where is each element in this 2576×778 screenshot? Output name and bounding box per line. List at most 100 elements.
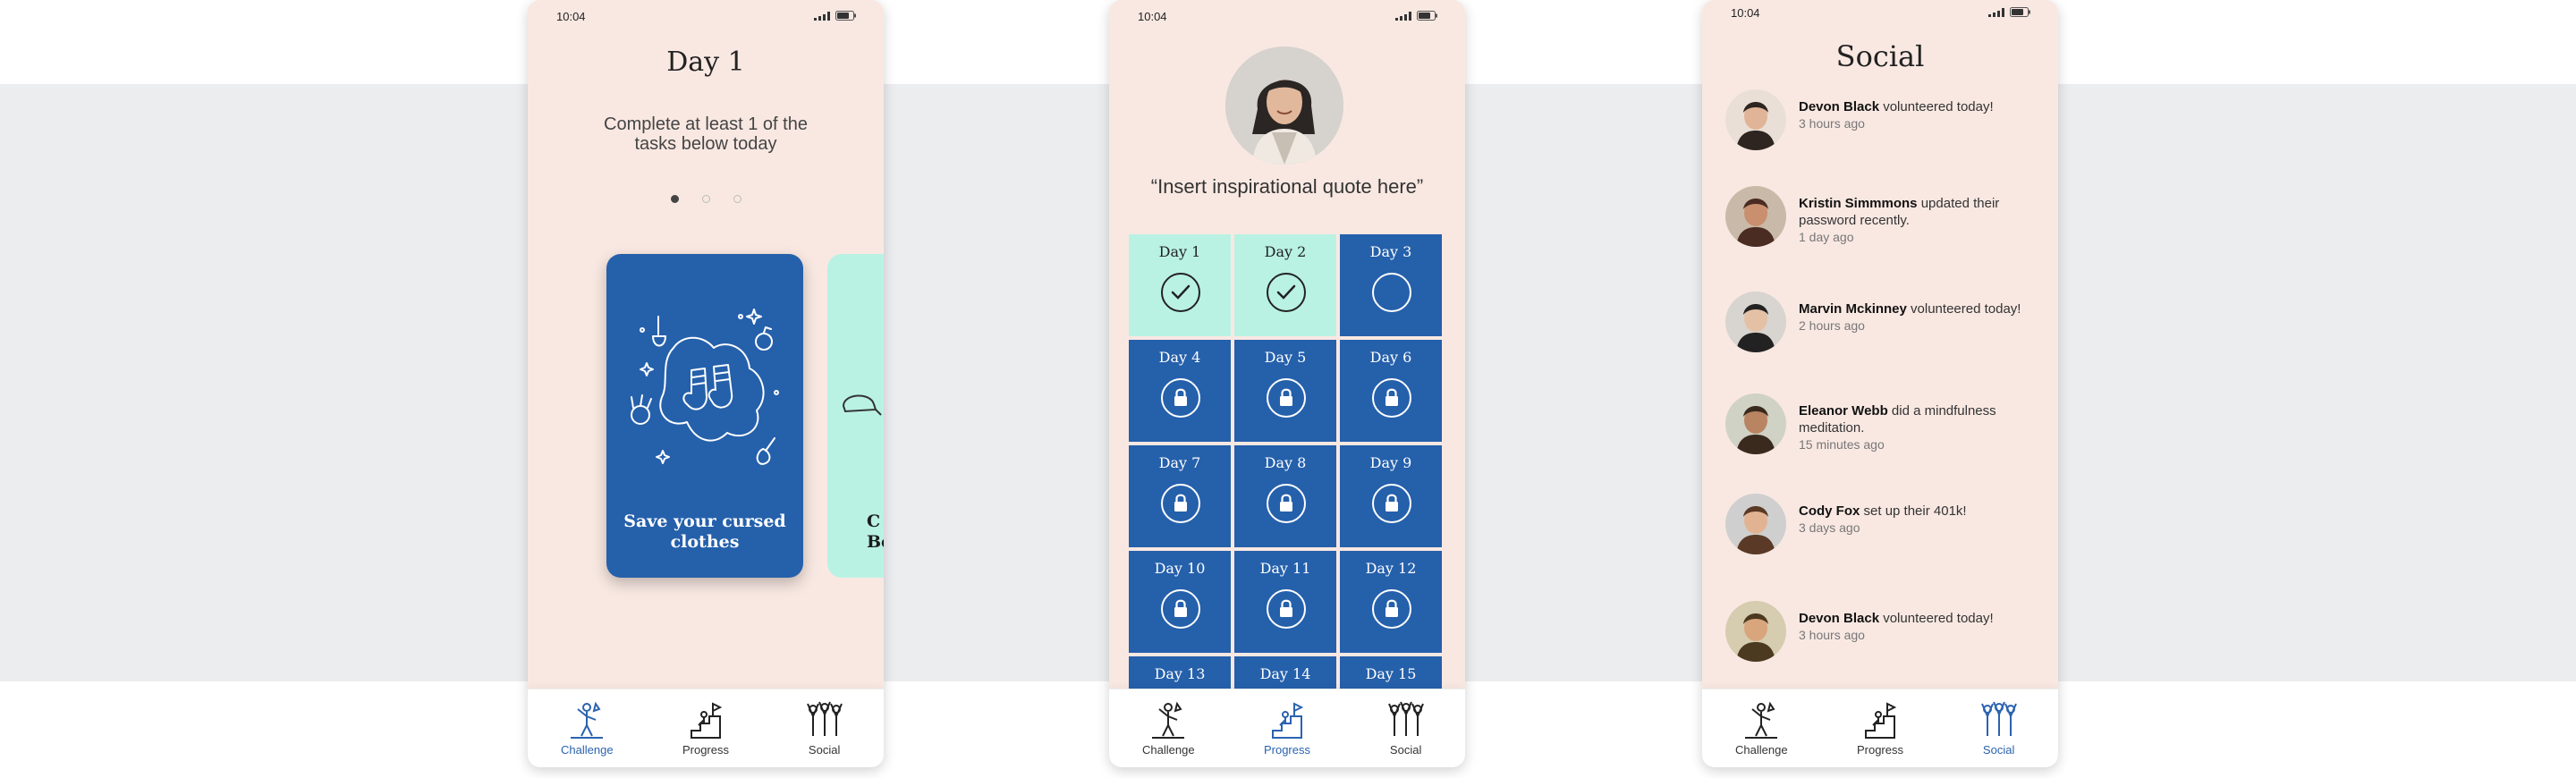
day-cell[interactable]: Day 6: [1340, 340, 1442, 442]
feed-item[interactable]: Cody Fox set up their 401k! 3 days ago: [1725, 494, 2038, 554]
progress-icon: [1864, 702, 1897, 739]
lock-icon: [1266, 377, 1307, 422]
day-cell[interactable]: Day 4: [1129, 340, 1231, 442]
social-icon: [1387, 701, 1424, 736]
feed-action: set up their 401k!: [1860, 503, 1967, 519]
lock-icon: [1266, 588, 1307, 633]
day-cell[interactable]: Day 9: [1340, 445, 1442, 547]
day-label: Day 8: [1264, 454, 1307, 471]
avatar[interactable]: [1725, 292, 1786, 352]
feed-user-name[interactable]: Cody Fox: [1799, 503, 1860, 519]
status-time: 10:04: [1138, 10, 1167, 23]
tab-bar: Challenge Progress Social: [528, 689, 884, 767]
tab-bar: Challenge Progress Social: [1109, 689, 1465, 767]
tab-social[interactable]: Social: [1950, 700, 2048, 757]
tab-progress-label: Progress: [1263, 743, 1310, 757]
progress-screen: 10:04 “Insert inspirational quote here” …: [1109, 0, 1465, 767]
tab-social-label: Social: [1982, 743, 2015, 757]
challenge-screen: 10:04 Day 1 Complete at least 1 of the t…: [528, 0, 884, 767]
avatar[interactable]: [1725, 186, 1786, 247]
tab-progress[interactable]: Progress: [657, 700, 755, 757]
avatar[interactable]: [1725, 393, 1786, 454]
task-card-clothes[interactable]: Save your cursed clothes: [606, 254, 803, 578]
day-cell[interactable]: Day 3: [1340, 234, 1442, 336]
task-card-title: Save your cursed clothes: [623, 512, 786, 552]
tab-progress-label: Progress: [1856, 743, 1903, 757]
tab-progress[interactable]: Progress: [1238, 700, 1336, 757]
feed-user-name[interactable]: Kristin Simmmons: [1799, 196, 1918, 211]
lock-icon: [1160, 377, 1201, 422]
tab-progress[interactable]: Progress: [1831, 700, 1929, 757]
feed-text: Marvin Mckinney volunteered today! 2 hour…: [1799, 292, 2021, 352]
battery-icon: [2010, 7, 2030, 17]
feed-item[interactable]: Kristin Simmmons updated their password …: [1725, 186, 2038, 247]
carousel-dots: [528, 195, 884, 203]
day-cell[interactable]: Day 12: [1340, 551, 1442, 653]
feed-item[interactable]: Marvin Mckinney volunteered today! 2 hour…: [1725, 292, 2038, 352]
social-screen: 10:04 Social Devon Black volunteered tod…: [1702, 0, 2058, 767]
battery-icon: [835, 11, 856, 21]
day-cell[interactable]: Day 1: [1129, 234, 1231, 336]
avatar[interactable]: [1725, 89, 1786, 150]
feed-timestamp: 3 hours ago: [1799, 116, 1865, 131]
challenge-icon: [1745, 701, 1778, 739]
feed-item[interactable]: Devon Black volunteered today! 3 hours ag…: [1725, 601, 2038, 662]
page-title: Social: [1835, 39, 1925, 73]
profile-avatar[interactable]: [1225, 47, 1343, 165]
status-bar: 10:04: [1109, 0, 1465, 36]
feed-item[interactable]: Devon Black volunteered today! 3 hours ag…: [1725, 89, 2038, 150]
carousel-dot-1[interactable]: [670, 195, 679, 203]
carousel-dot-2[interactable]: [701, 195, 710, 203]
status-bar: 10:04: [1702, 0, 2058, 36]
tab-social[interactable]: Social: [775, 700, 874, 757]
inspirational-quote: “Insert inspirational quote here”: [1150, 175, 1424, 198]
avatar[interactable]: [1725, 494, 1786, 554]
feed-user-name[interactable]: Marvin Mckinney: [1799, 301, 1907, 317]
signal-icon: [1988, 7, 2004, 17]
day-cell[interactable]: Day 7: [1129, 445, 1231, 547]
day-label: Day 15: [1365, 665, 1417, 682]
check-icon: [1266, 272, 1307, 317]
social-icon: [806, 701, 843, 736]
feed-user-name[interactable]: Eleanor Webb: [1799, 403, 1888, 419]
feed-timestamp: 15 minutes ago: [1799, 437, 1885, 452]
signal-icon: [814, 11, 830, 21]
tab-challenge-label: Challenge: [1142, 743, 1195, 757]
lock-icon: [1371, 377, 1412, 422]
day-label: Day 4: [1158, 349, 1201, 366]
feed-timestamp: 3 hours ago: [1799, 628, 1865, 642]
tab-challenge[interactable]: Challenge: [1119, 700, 1217, 757]
status-bar: 10:04: [528, 0, 884, 36]
tab-challenge[interactable]: Challenge: [1712, 700, 1810, 757]
day-label: Day 10: [1154, 560, 1206, 577]
day-label: Day 1: [1158, 243, 1201, 260]
avatar[interactable]: [1725, 601, 1786, 662]
day-cell[interactable]: Day 10: [1129, 551, 1231, 653]
carousel-dot-3[interactable]: [733, 195, 741, 203]
feed-item[interactable]: Eleanor Webb did a mindfulness meditatio…: [1725, 393, 2038, 454]
profile-photo: [1225, 47, 1343, 165]
hat-illustration: [842, 394, 882, 416]
feed-user-name[interactable]: Devon Black: [1799, 99, 1879, 114]
feed-timestamp: 1 day ago: [1799, 230, 1854, 244]
feed-user-name[interactable]: Devon Black: [1799, 611, 1879, 626]
tab-social[interactable]: Social: [1357, 700, 1455, 757]
day-label: Day 6: [1369, 349, 1412, 366]
day-cell[interactable]: Day 11: [1234, 551, 1336, 653]
day-cell[interactable]: Day 8: [1234, 445, 1336, 547]
task-card-title-partial: C Be: [867, 512, 884, 552]
empty-circle-icon: [1371, 272, 1412, 317]
day-label: Day 7: [1158, 454, 1201, 471]
day-label: Day 5: [1264, 349, 1307, 366]
clothes-illustration: [631, 309, 779, 465]
day-cell[interactable]: Day 2: [1234, 234, 1336, 336]
lock-icon: [1371, 588, 1412, 633]
feed-text: Eleanor Webb did a mindfulness meditatio…: [1799, 393, 2038, 454]
task-card-next[interactable]: C Be: [827, 254, 884, 578]
tab-challenge[interactable]: Challenge: [538, 700, 636, 757]
day-cell[interactable]: Day 5: [1234, 340, 1336, 442]
feed-text: Cody Fox set up their 401k! 3 days ago: [1799, 494, 1967, 554]
day-label: Day 11: [1259, 560, 1311, 577]
day-label: Day 14: [1259, 665, 1311, 682]
day-grid: Day 1 Day 2 Day 3 Day 4 Day 5 Day 6 Day 7 Day 8…: [1129, 234, 1445, 758]
